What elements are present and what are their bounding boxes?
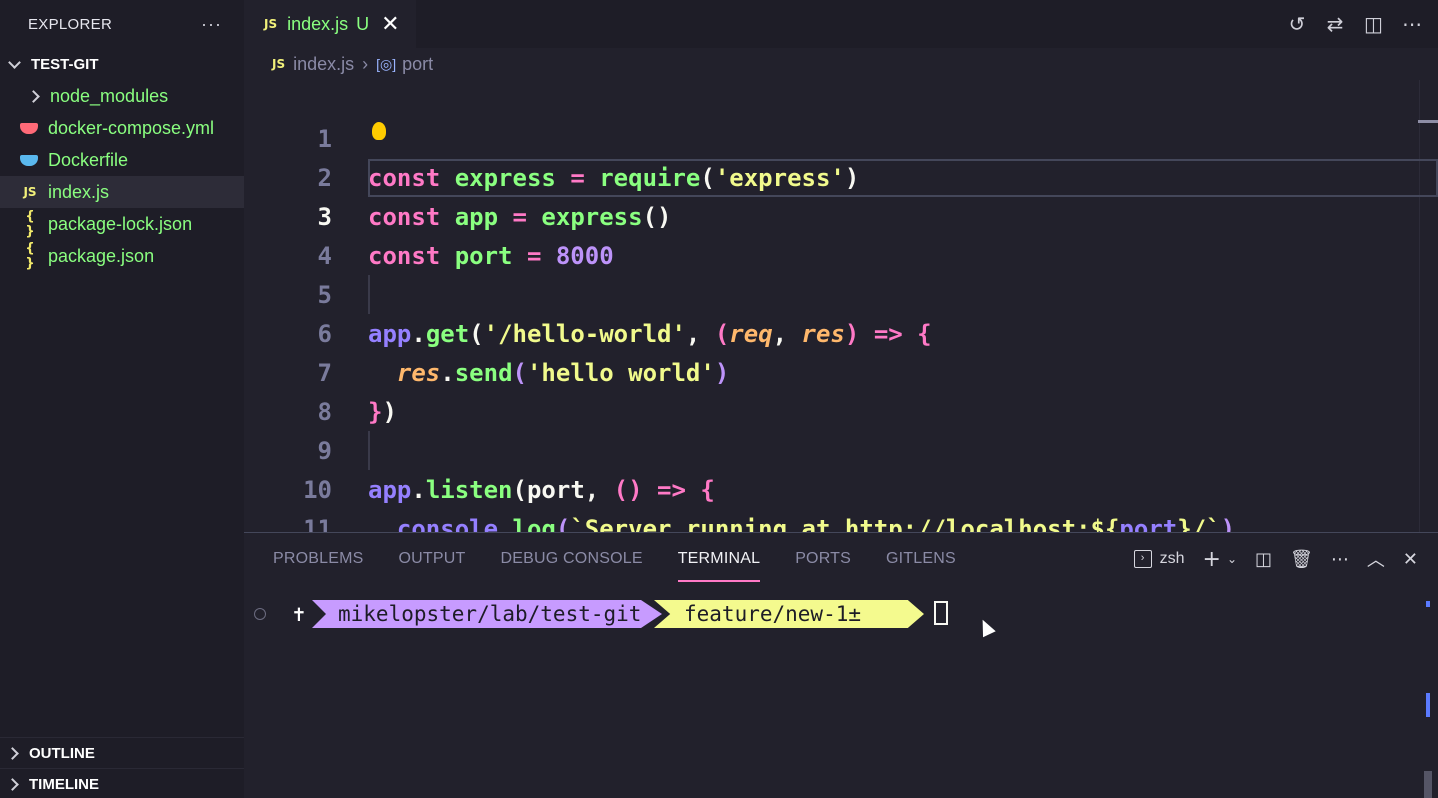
code-editor[interactable]: 1 const express = require('express') 2 c…: [244, 80, 1438, 582]
tree-item-label: docker-compose.yml: [48, 117, 215, 138]
variable-symbol-icon: [◎]: [376, 55, 397, 72]
chevron-right-icon: [27, 89, 40, 103]
prompt-path: mikelopster/lab/test-git: [312, 600, 662, 628]
more-actions-icon[interactable]: ⋯: [1402, 12, 1422, 36]
breadcrumb-symbol[interactable]: port: [402, 54, 433, 75]
chevron-right-icon: [6, 777, 19, 791]
chevron-down-icon: [8, 55, 21, 69]
explorer-header: EXPLORER ···: [0, 0, 244, 48]
javascript-icon: JS: [272, 57, 286, 71]
tab-debug-console[interactable]: DEBUG CONSOLE: [501, 550, 643, 568]
outline-section[interactable]: OUTLINE: [0, 737, 244, 768]
tab-problems[interactable]: PROBLEMS: [273, 550, 364, 568]
terminal-cursor: [934, 601, 948, 625]
command-status-icon: [254, 608, 266, 620]
tree-item-package-json[interactable]: { } package.json: [0, 240, 244, 272]
new-terminal-icon[interactable]: +: [1203, 547, 1221, 572]
tree-item-label: package-lock.json: [48, 213, 193, 234]
code-line: 1 const express = require('express'): [244, 81, 1438, 192]
tab-ports[interactable]: PORTS: [795, 550, 851, 568]
chevron-down-icon[interactable]: ⌄: [1227, 552, 1237, 566]
shell-label: zsh: [1159, 550, 1185, 567]
editor-tab-bar: JS index.js U ✕ ↺ ⇄ ◫ ⋯: [244, 0, 1438, 48]
panel-actions: › zsh + ⌄ ◫ 🗑 ⋯ ︿ ✕: [1133, 533, 1418, 585]
maximize-panel-icon[interactable]: ︿: [1367, 546, 1385, 572]
json-icon: { }: [25, 241, 35, 271]
panel-tabs: PROBLEMS OUTPUT DEBUG CONSOLE TERMINAL P…: [273, 533, 956, 585]
timeline-section[interactable]: TIMELINE: [0, 768, 244, 798]
terminal-shell-selector[interactable]: › zsh: [1133, 550, 1185, 568]
tab-label: index.js: [287, 13, 349, 34]
tab-output[interactable]: OUTPUT: [399, 550, 466, 568]
workspace-folder-label: TEST-GIT: [31, 55, 99, 73]
json-icon: { }: [25, 209, 35, 239]
tab-index-js[interactable]: JS index.js U ✕: [244, 0, 416, 48]
terminal-scrollbar[interactable]: [1424, 771, 1432, 798]
more-actions-icon[interactable]: ⋯: [1331, 549, 1349, 570]
branch-label: feature/new-1±: [684, 602, 862, 626]
code-line: 8: [244, 354, 1438, 426]
tree-item-node-modules[interactable]: node_modules: [0, 80, 244, 112]
lightbulb-icon[interactable]: [372, 122, 386, 140]
code-line: 10 console.log(`Server running at http:/…: [244, 432, 1438, 543]
code-line: 9 app.listen(port, () => {: [244, 393, 1438, 504]
docker-compose-icon: [20, 122, 38, 134]
tree-item-dockerfile[interactable]: Dockerfile: [0, 144, 244, 176]
split-terminal-icon[interactable]: ◫: [1255, 549, 1272, 570]
tree-item-index-js[interactable]: JS index.js: [0, 176, 244, 208]
tab-terminal[interactable]: TERMINAL: [677, 550, 761, 582]
terminal-icon: ›: [1133, 550, 1152, 568]
trash-icon[interactable]: 🗑: [1290, 549, 1313, 570]
scrollbar-mark: [1426, 693, 1430, 717]
code-line: 5 app.get('/hello-world', (req, res) => …: [244, 237, 1438, 348]
tree-item-docker-compose[interactable]: docker-compose.yml: [0, 112, 244, 144]
breadcrumb-file[interactable]: index.js: [293, 54, 354, 75]
chevron-right-icon: [6, 746, 19, 760]
close-icon[interactable]: ✕: [381, 13, 399, 35]
explorer-title: EXPLORER: [28, 15, 113, 33]
untracked-badge: U: [356, 13, 370, 34]
prompt-icon: ✝: [278, 600, 320, 628]
timeline-label: TIMELINE: [29, 775, 99, 793]
code-line: 3 const port = 8000: [244, 159, 1438, 270]
javascript-icon: JS: [23, 185, 37, 199]
code-line: 7 }): [244, 315, 1438, 426]
tree-item-package-lock[interactable]: { } package-lock.json: [0, 208, 244, 240]
tree-item-label: Dockerfile: [48, 149, 129, 170]
workspace-folder[interactable]: TEST-GIT: [0, 48, 244, 80]
history-icon[interactable]: ↺: [1288, 12, 1306, 36]
scrollbar-mark: [1426, 601, 1430, 607]
docker-icon: [20, 154, 38, 166]
tree-item-label: index.js: [48, 181, 110, 202]
explorer-sidebar: EXPLORER ··· TEST-GIT node_modules docke…: [0, 0, 244, 798]
terminal-prompt[interactable]: ✝ mikelopster/lab/test-git feature/new-1…: [244, 597, 1438, 633]
outline-label: OUTLINE: [29, 744, 95, 762]
breadcrumb: JS index.js › [◎] port: [244, 48, 1438, 80]
code-line: 11 }): [244, 471, 1438, 582]
code-line: 2 const app = express(): [244, 120, 1438, 231]
code-line: 4: [244, 198, 1438, 270]
split-editor-icon[interactable]: ◫: [1364, 12, 1383, 36]
tab-gitlens[interactable]: GITLENS: [886, 550, 956, 568]
more-actions-icon[interactable]: ···: [201, 14, 222, 35]
prompt-git-branch: feature/new-1±: [654, 600, 924, 628]
bottom-panel: PROBLEMS OUTPUT DEBUG CONSOLE TERMINAL P…: [244, 532, 1438, 798]
tree-item-label: package.json: [48, 245, 155, 266]
code-line: 6 res.send('hello world'): [244, 276, 1438, 387]
close-panel-icon[interactable]: ✕: [1403, 549, 1418, 570]
javascript-icon: JS: [264, 17, 278, 31]
tree-item-label: node_modules: [50, 85, 169, 106]
chevron-right-icon: ›: [362, 53, 369, 74]
editor-actions: ↺ ⇄ ◫ ⋯: [1288, 0, 1422, 48]
compare-changes-icon[interactable]: ⇄: [1326, 12, 1344, 36]
